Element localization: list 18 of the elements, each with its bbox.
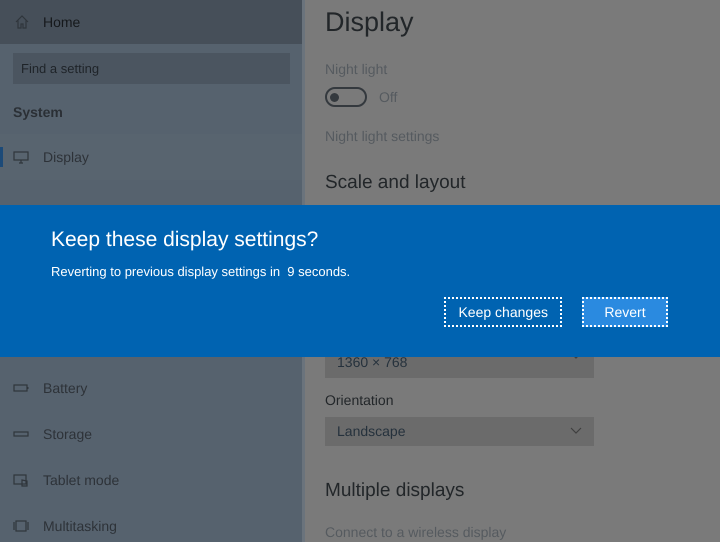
dialog-title: Keep these display settings? — [51, 227, 320, 253]
toggle-switch[interactable] — [325, 87, 367, 107]
search-field[interactable]: Find a setting — [13, 53, 290, 84]
dropdown[interactable]: Landscape — [325, 416, 594, 446]
tablet-icon — [13, 472, 29, 488]
home-link[interactable]: Home — [0, 0, 302, 44]
monitor-icon — [13, 149, 29, 165]
section-heading: System — [12, 103, 64, 122]
section-heading: Multiple displays — [325, 479, 466, 503]
window-icon — [13, 518, 29, 534]
chevron-icon — [570, 427, 582, 436]
dialog-message: Reverting to previous display settings in 9 seconds. — [51, 263, 352, 281]
page-title: Display — [325, 6, 415, 38]
dialog-button[interactable]: Revert — [582, 297, 668, 327]
field-label: Orientation — [325, 390, 394, 410]
section-heading: Scale and layout — [325, 171, 466, 195]
home-icon — [14, 14, 30, 30]
dialog-button[interactable]: Keep changes — [444, 297, 562, 327]
